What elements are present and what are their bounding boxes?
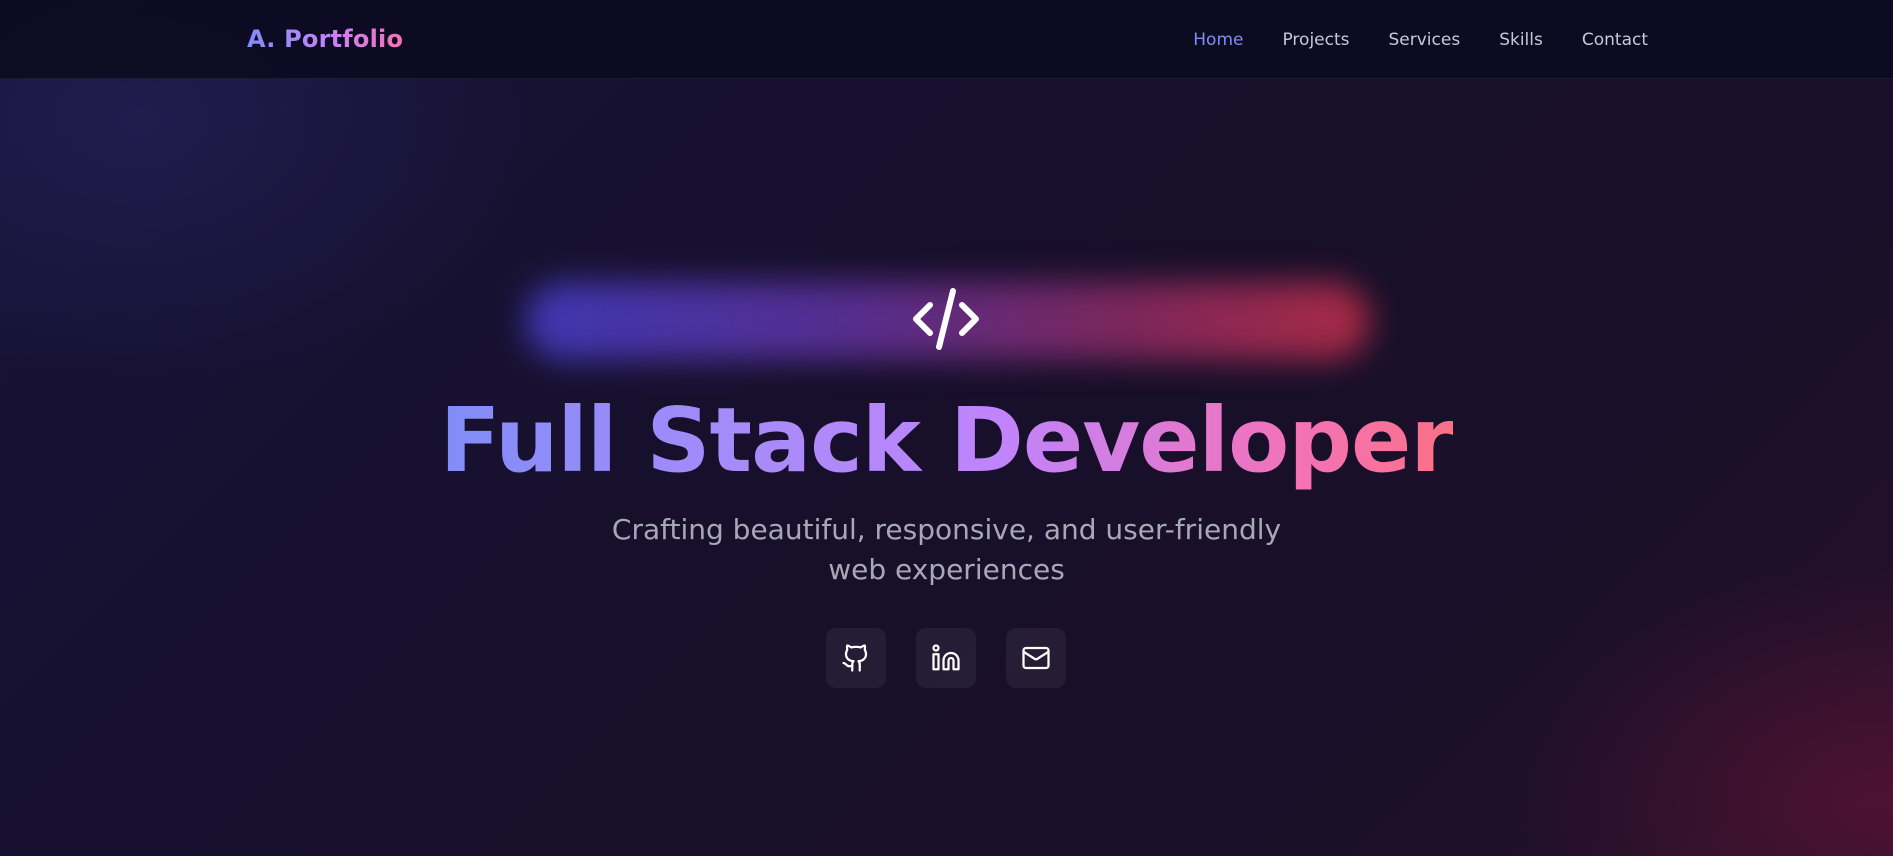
- mail-button[interactable]: [1006, 628, 1066, 688]
- nav-link-contact[interactable]: Contact: [1582, 28, 1648, 52]
- linkedin-icon: [932, 644, 960, 671]
- nav-link-services[interactable]: Services: [1389, 28, 1461, 52]
- hero-title-text: Full Stack Developer: [439, 388, 1455, 492]
- hero-title: Full Stack Developer: [0, 388, 1893, 492]
- nav-menu: Home Projects Services Skills Contact: [1193, 28, 1648, 52]
- nav-link-skills[interactable]: Skills: [1499, 28, 1543, 52]
- mail-icon: [1022, 646, 1050, 670]
- linkedin-button[interactable]: [916, 628, 976, 688]
- brand-logo[interactable]: A. Portfolio: [247, 22, 403, 56]
- github-icon: [842, 644, 868, 672]
- social-links: [826, 628, 1066, 688]
- hero-subtitle: Crafting beautiful, responsive, and user…: [611, 513, 1282, 586]
- nav-link-home[interactable]: Home: [1193, 28, 1243, 52]
- navbar: A. Portfolio Home Projects Services Skil…: [0, 0, 1893, 79]
- page: A. Portfolio Home Projects Services Skil…: [0, 0, 1893, 856]
- code-icon: [913, 288, 979, 350]
- github-button[interactable]: [826, 628, 886, 688]
- nav-link-projects[interactable]: Projects: [1282, 28, 1349, 52]
